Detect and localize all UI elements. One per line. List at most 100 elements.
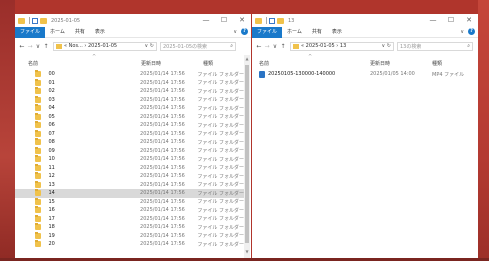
folder-row[interactable]: 09 2025/01/14 17:56 ファイル フォルダー <box>15 146 244 156</box>
help-icon[interactable]: ? <box>468 28 475 35</box>
minimize-button[interactable]: — <box>424 14 442 27</box>
scroll-up-icon[interactable]: ▲ <box>244 56 250 61</box>
tab-share[interactable]: 共有 <box>70 27 90 38</box>
properties-icon[interactable] <box>32 17 38 24</box>
close-button[interactable]: ✕ <box>460 14 478 27</box>
folder-icon <box>35 155 42 163</box>
search-input[interactable]: 2025-01-05の検索 ⌕ <box>160 41 236 51</box>
minimize-button[interactable]: — <box>197 14 215 27</box>
up-button[interactable]: ↑ <box>42 43 50 50</box>
vertical-scrollbar[interactable]: ▲ ▼ <box>244 55 250 258</box>
divider <box>266 17 267 24</box>
folder-row[interactable]: 05 2025/01/14 17:56 ファイル フォルダー <box>15 112 244 122</box>
chevron-down-icon[interactable]: ∨ <box>382 43 386 49</box>
folder-icon <box>35 214 42 222</box>
modified-date: 2025/01/14 17:56 <box>140 156 185 163</box>
modified-date: 2025/01/14 17:56 <box>140 105 185 112</box>
folder-icon <box>35 146 42 154</box>
folder-icon <box>18 17 25 24</box>
modified-date: 2025/01/14 17:56 <box>140 232 185 239</box>
refresh-icon[interactable]: ↻ <box>150 43 154 49</box>
file-type: ファイル フォルダー <box>197 131 244 138</box>
explorer-window-right[interactable]: 13 — ☐ ✕ ファイル ホーム 共有 表示 ∨ ? ← → ∨ ↑ « 20… <box>252 14 478 258</box>
forward-button[interactable]: → <box>26 43 34 50</box>
folder-row[interactable]: 08 2025/01/14 17:56 ファイル フォルダー <box>15 138 244 147</box>
tab-file[interactable]: ファイル <box>252 26 283 38</box>
folder-row[interactable]: 14 2025/01/14 17:56 ファイル フォルダー <box>15 189 244 198</box>
folder-row[interactable]: 16 2025/01/14 17:56 ファイル フォルダー <box>15 206 244 215</box>
tab-file[interactable]: ファイル <box>15 26 46 38</box>
tab-view[interactable]: 表示 <box>327 27 347 38</box>
column-header-name[interactable]: 名前 <box>259 60 370 69</box>
tab-home[interactable]: ホーム <box>282 27 307 38</box>
maximize-button[interactable]: ☐ <box>442 14 460 27</box>
folder-icon <box>293 43 299 49</box>
help-icon[interactable]: ? <box>241 28 248 35</box>
forward-button[interactable]: → <box>263 43 271 50</box>
folder-row[interactable]: 00 2025/01/14 17:56 ファイル フォルダー <box>15 70 244 79</box>
column-header-name[interactable]: 名前 <box>28 60 141 69</box>
folder-row[interactable]: 01 2025/01/14 17:56 ファイル フォルダー <box>15 78 244 88</box>
file-type: ファイル フォルダー <box>197 241 244 248</box>
column-header-date[interactable]: 更新日時 <box>370 60 432 69</box>
folder-row[interactable]: 03 2025/01/14 17:56 ファイル フォルダー <box>15 95 244 105</box>
folder-row[interactable]: 02 2025/01/14 17:56 ファイル フォルダー <box>15 87 244 96</box>
new-folder-icon[interactable] <box>277 17 284 24</box>
folder-row[interactable]: 18 2025/01/14 17:56 ファイル フォルダー <box>15 223 244 232</box>
tab-view[interactable]: 表示 <box>90 27 110 38</box>
title-bar[interactable]: 2025-01-05 — ☐ ✕ <box>15 14 251 27</box>
chevron-down-icon[interactable]: ∨ <box>145 43 149 49</box>
title-bar[interactable]: 13 — ☐ ✕ <box>252 14 478 27</box>
tab-share[interactable]: 共有 <box>307 27 327 38</box>
folder-icon <box>35 231 42 239</box>
properties-icon[interactable] <box>269 17 275 24</box>
folder-icon <box>35 95 42 103</box>
search-input[interactable]: 13の検索 ⌕ <box>397 41 473 51</box>
column-header-type[interactable]: 種類 <box>203 60 213 69</box>
column-header-date[interactable]: 更新日時 <box>141 60 203 69</box>
folder-row[interactable]: 11 2025/01/14 17:56 ファイル フォルダー <box>15 163 244 173</box>
modified-date: 2025/01/14 17:56 <box>140 164 185 171</box>
scrollbar-thumb[interactable] <box>245 65 249 243</box>
file-name: 13 <box>48 181 55 188</box>
folder-row[interactable]: 07 2025/01/14 17:56 ファイル フォルダー <box>15 129 244 139</box>
folder-row[interactable]: 20 2025/01/14 17:56 ファイル フォルダー <box>15 240 244 249</box>
folder-row[interactable]: 10 2025/01/14 17:56 ファイル フォルダー <box>15 155 244 164</box>
tab-home[interactable]: ホーム <box>45 27 70 38</box>
file-name: 03 <box>48 96 55 103</box>
recent-dropdown-button[interactable]: ∨ <box>34 43 42 50</box>
folder-row[interactable]: 06 2025/01/14 17:56 ファイル フォルダー <box>15 121 244 130</box>
scroll-down-icon[interactable]: ▼ <box>244 249 250 254</box>
folder-row[interactable]: 12 2025/01/14 17:56 ファイル フォルダー <box>15 172 244 181</box>
close-button[interactable]: ✕ <box>233 14 251 27</box>
modified-date: 2025/01/05 14:00 <box>370 71 415 78</box>
chevron-down-icon[interactable]: ∨ <box>233 29 237 35</box>
back-button[interactable]: ← <box>255 43 263 50</box>
explorer-window-left[interactable]: 2025-01-05 — ☐ ✕ ファイル ホーム 共有 表示 ∨ ? ← → … <box>15 14 251 258</box>
maximize-button[interactable]: ☐ <box>215 14 233 27</box>
file-name: 14 <box>48 190 55 197</box>
recent-dropdown-button[interactable]: ∨ <box>271 43 279 50</box>
folder-row[interactable]: 04 2025/01/14 17:56 ファイル フォルダー <box>15 104 244 113</box>
refresh-icon[interactable]: ↻ <box>387 43 391 49</box>
file-type: ファイル フォルダー <box>197 207 244 214</box>
ribbon-tabs: ファイル ホーム 共有 表示 ∨ ? <box>15 26 251 38</box>
file-row[interactable]: 20250105-130000-140000 2025/01/05 14:00 MP… <box>252 70 478 79</box>
back-button[interactable]: ← <box>18 43 26 50</box>
video-file-icon <box>259 70 265 78</box>
address-bar[interactable]: « 2025-01-05 › 13 ∨ ↻ <box>290 41 394 51</box>
column-header-type[interactable]: 種類 <box>432 60 442 69</box>
file-type: ファイル フォルダー <box>197 97 244 104</box>
folder-row[interactable]: 15 2025/01/14 17:56 ファイル フォルダー <box>15 197 244 207</box>
folder-icon <box>35 129 42 137</box>
up-button[interactable]: ↑ <box>279 43 287 50</box>
modified-date: 2025/01/14 17:56 <box>140 130 185 137</box>
new-folder-icon[interactable] <box>40 17 47 24</box>
folder-row[interactable]: 13 2025/01/14 17:56 ファイル フォルダー <box>15 180 244 190</box>
chevron-down-icon[interactable]: ∨ <box>460 29 464 35</box>
search-placeholder: 13の検索 <box>400 43 422 50</box>
file-type: ファイル フォルダー <box>197 71 244 78</box>
folder-row[interactable]: 19 2025/01/14 17:56 ファイル フォルダー <box>15 231 244 241</box>
address-bar[interactable]: « Nos... › 2025-01-05 ∨ ↻ <box>53 41 157 51</box>
folder-row[interactable]: 17 2025/01/14 17:56 ファイル フォルダー <box>15 214 244 224</box>
